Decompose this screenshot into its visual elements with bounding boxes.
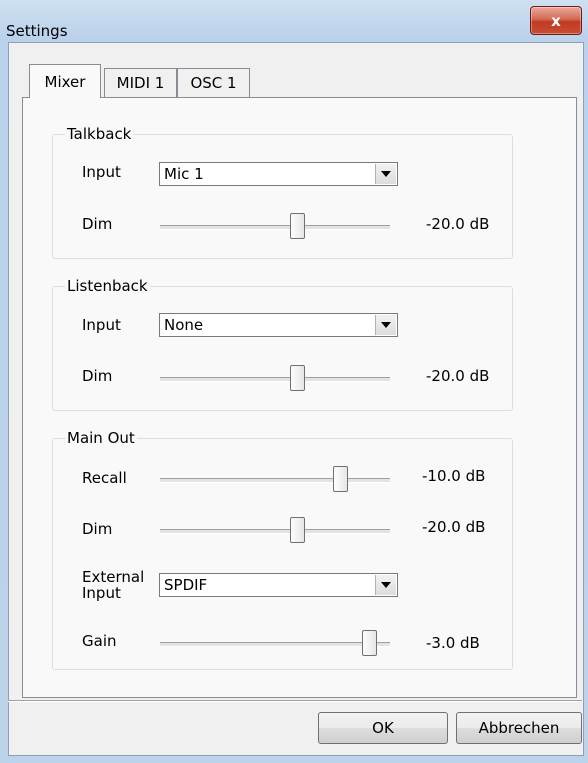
main-out-dim-slider-track[interactable] [160,529,390,534]
main-out-external-input-value: SPDIF [164,576,208,594]
listenback-input-value: None [164,316,204,334]
listenback-dim-label: Dim [82,367,113,385]
main-out-external-input-label: External Input [82,569,144,601]
listenback-input-label: Input [82,316,121,334]
talkback-dim-value: -20.0 dB [426,215,490,233]
talkback-dim-slider-thumb[interactable] [290,213,305,239]
listenback-group: Listenback [52,276,513,411]
main-out-recall-slider-thumb[interactable] [333,466,348,492]
talkback-dim-label: Dim [82,215,113,233]
chevron-down-icon [375,164,396,184]
listenback-dim-slider-thumb[interactable] [290,365,305,391]
talkback-group: Talkback [52,124,513,259]
main-out-external-input-select[interactable]: SPDIF [159,573,398,597]
main-out-dim-value: -20.0 dB [422,518,486,536]
main-out-recall-value: -10.0 dB [422,467,486,485]
talkback-input-select[interactable]: Mic 1 [159,162,398,186]
button-area-separator [8,700,582,702]
tab-midi-1[interactable]: MIDI 1 [104,68,177,97]
talkback-input-value: Mic 1 [164,165,204,183]
external-input-label-line2: Input [82,584,121,602]
close-button[interactable]: x [530,6,582,35]
listenback-dim-value: -20.0 dB [426,367,490,385]
main-out-dim-slider-thumb[interactable] [290,517,305,543]
chevron-down-icon [375,315,396,335]
ok-button[interactable]: OK [318,712,448,744]
listenback-title: Listenback [65,276,150,296]
tab-mixer[interactable]: Mixer [29,64,101,98]
main-out-title: Main Out [65,428,137,448]
main-out-gain-slider-track[interactable] [160,642,390,647]
main-out-recall-slider-track[interactable] [160,478,390,483]
listenback-input-select[interactable]: None [159,313,398,337]
main-out-gain-slider-thumb[interactable] [362,630,377,656]
talkback-dim-slider-track[interactable] [160,225,390,230]
close-icon: x [551,11,561,30]
talkback-title: Talkback [65,124,134,144]
main-out-gain-label: Gain [82,632,117,650]
tab-osc-1[interactable]: OSC 1 [177,68,250,97]
chevron-down-icon [375,575,396,595]
cancel-button[interactable]: Abbrechen [456,712,582,744]
main-out-recall-label: Recall [82,469,127,487]
talkback-input-label: Input [82,163,121,181]
window-title: Settings [6,22,68,40]
listenback-dim-slider-track[interactable] [160,377,390,382]
main-out-gain-value: -3.0 dB [426,634,480,652]
main-out-dim-label: Dim [82,520,113,538]
